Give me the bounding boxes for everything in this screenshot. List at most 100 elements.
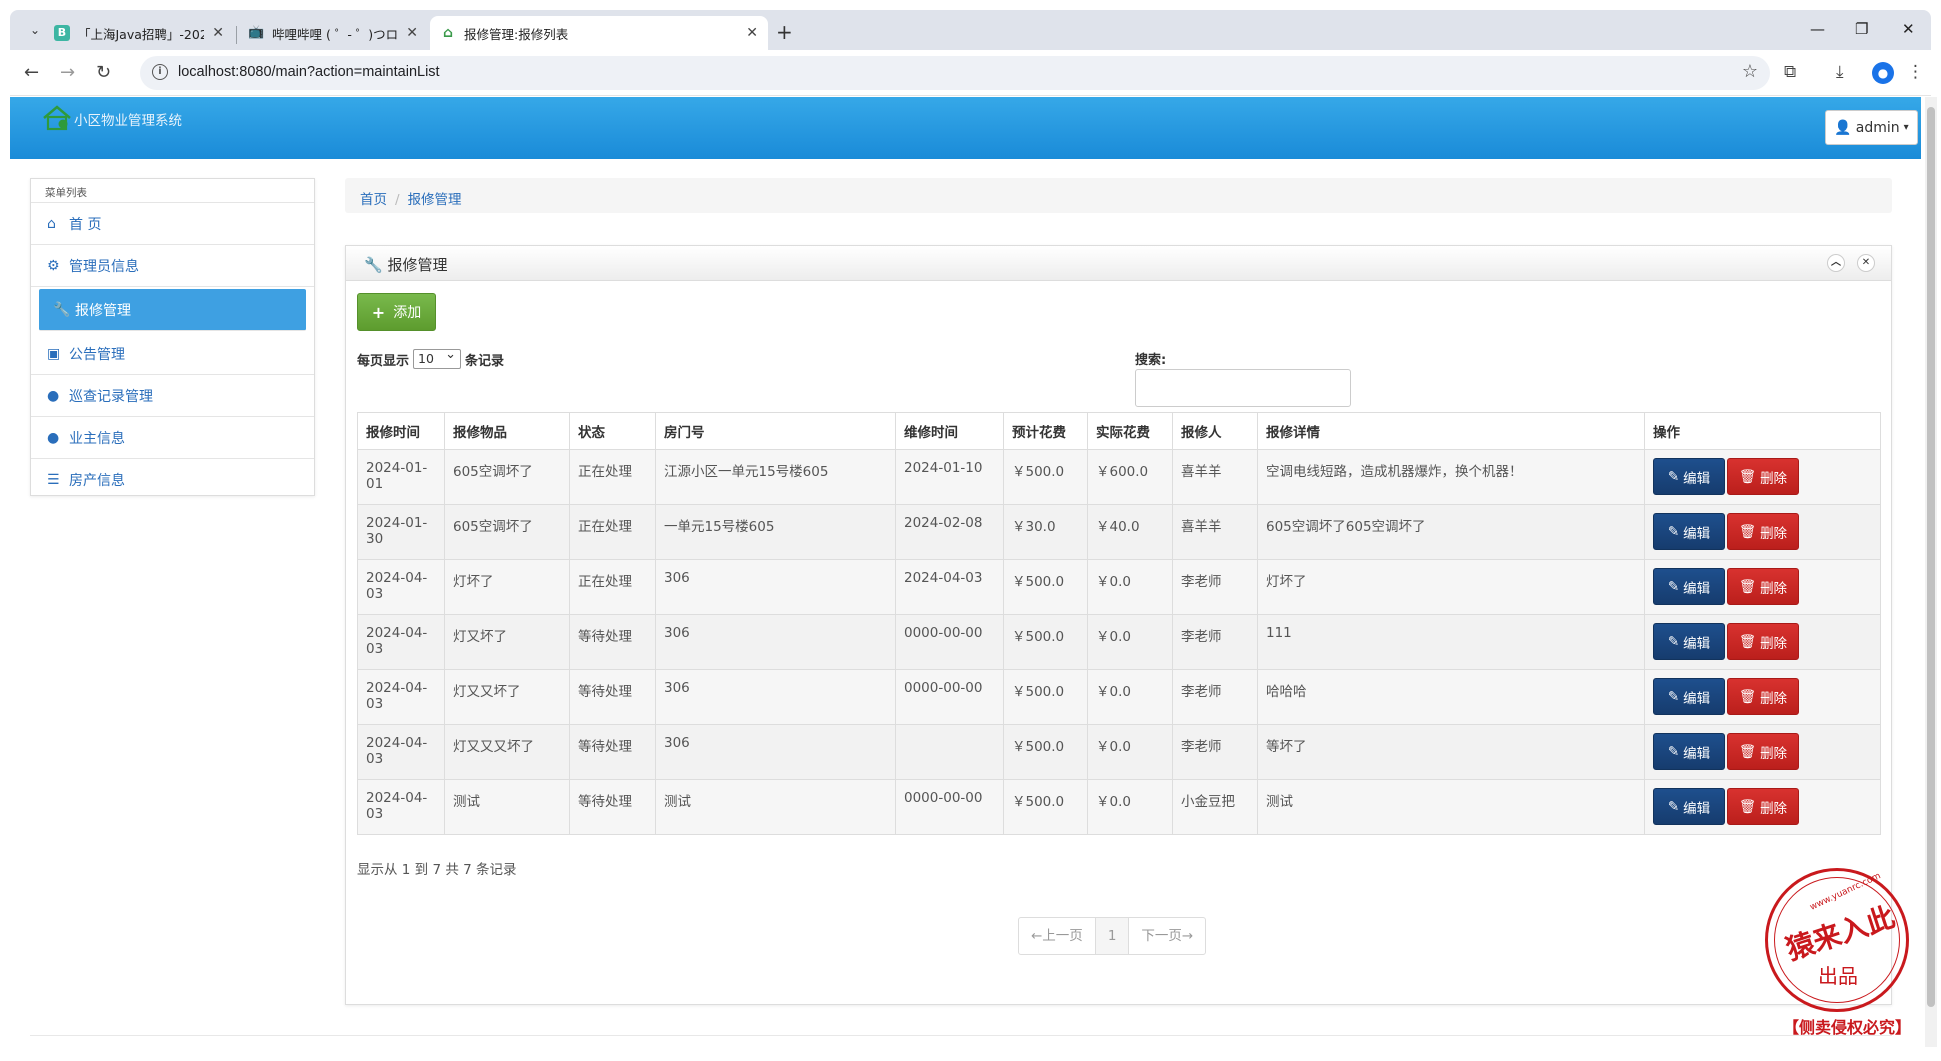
edit-button[interactable]: ✎ 编辑 [1653,678,1725,715]
page-length-select[interactable]: 10 [413,347,462,369]
table-cell: 2024-01-30 [357,504,445,560]
delete-button-label: 删除 [1760,800,1788,817]
browser-tab[interactable]: B 「上海Java招聘」-2024年上海 ✕ [44,16,234,50]
reload-icon[interactable]: ↻ [96,62,111,83]
sidebar-item-home[interactable]: ⌂ 首 页 [31,203,314,245]
next-page-button[interactable]: 下一页→ [1129,918,1205,954]
forward-arrow-icon[interactable]: → [60,62,75,83]
edit-icon: ✎ [1667,798,1680,815]
delete-button[interactable]: 🗑 删除 [1727,513,1799,550]
column-header[interactable]: 状态 [569,412,656,450]
restore-icon[interactable]: ❐ [1855,20,1868,38]
table-cell: 灯坏了 [444,559,570,615]
table-cell: 等待处理 [569,779,656,835]
table-cell: 一单元15号楼605 [655,504,896,560]
panel-close-icon[interactable]: ✕ [1857,254,1875,272]
delete-button[interactable]: 🗑 删除 [1727,788,1799,825]
delete-button[interactable]: 🗑 删除 [1727,458,1799,495]
sidebar-item-repair[interactable]: 🔧 报修管理 [39,289,306,331]
back-arrow-icon[interactable]: ← [24,62,39,83]
table-cell [895,724,1004,780]
table-row: 2024-01-01 605空调坏了 正在处理 江源小区一单元15号楼605 2024-… [357,449,1881,505]
profile-avatar-icon[interactable]: ● [1872,62,1894,84]
scrollbar-thumb[interactable] [1927,107,1935,1007]
browser-tab-active[interactable]: ⌂ 报修管理:报修列表 ✕ [430,16,768,50]
address-bar[interactable]: i localhost:8080/main?action=maintainLis… [140,56,1770,90]
browser-tab[interactable]: 📺 哔哩哔哩 ( ゜- ゜)つロ 干杯~-bi ✕ [238,16,428,50]
tab-close-icon[interactable]: ✕ [746,25,758,41]
sidebar-item-admin-info[interactable]: ⚙ 管理员信息 [31,245,314,287]
sidebar-item-patrol[interactable]: ● 巡查记录管理 [31,375,314,417]
edit-button[interactable]: ✎ 编辑 [1653,458,1725,495]
tab-search-chevron-icon[interactable]: ⌄ [24,19,46,41]
user-icon: ● [47,429,60,446]
page-number-button[interactable]: 1 [1095,918,1130,954]
plus-icon: + [371,302,386,322]
delete-button[interactable]: 🗑 删除 [1727,678,1799,715]
column-header[interactable]: 报修物品 [444,412,570,450]
bookmark-star-icon[interactable]: ☆ [1742,61,1758,82]
window-close-icon[interactable]: ✕ [1902,20,1915,38]
delete-button[interactable]: 🗑 删除 [1727,733,1799,770]
search-input[interactable] [1135,369,1351,407]
tab-close-icon[interactable]: ✕ [406,25,418,41]
tab-close-icon[interactable]: ✕ [212,25,224,41]
url-text[interactable]: localhost:8080/main?action=maintainList [178,64,440,80]
table-cell: ￥500.0 [1003,669,1088,725]
edit-button[interactable]: ✎ 编辑 [1653,568,1725,605]
add-button[interactable]: + 添加 [357,293,436,331]
trash-icon: 🗑 [1738,688,1757,705]
table-cell: 0000-00-00 [895,669,1004,725]
sidebar-item-label: 巡查记录管理 [69,388,153,405]
edit-button[interactable]: ✎ 编辑 [1653,788,1725,825]
column-header[interactable]: 报修详情 [1257,412,1645,450]
trash-icon: 🗑 [1738,468,1757,485]
delete-button-label: 删除 [1760,525,1788,542]
extensions-icon[interactable]: ⧉ [1784,62,1796,82]
delete-button[interactable]: 🗑 删除 [1727,568,1799,605]
column-header[interactable]: 报修人 [1172,412,1258,450]
site-info-icon[interactable]: i [152,64,168,80]
table-cell: 测试 [655,779,896,835]
panel-header: 🔧 报修管理 [346,246,1891,281]
sidebar-item-notice[interactable]: ▣ 公告管理 [31,333,314,375]
edit-button[interactable]: ✎ 编辑 [1653,513,1725,550]
collapse-chevron-up-icon[interactable]: ︿ [1827,254,1845,272]
table-cell: ￥40.0 [1087,504,1173,560]
trash-icon: 🗑 [1738,523,1757,540]
minimize-icon[interactable]: — [1810,20,1825,38]
breadcrumb-current-link[interactable]: 报修管理 [408,192,462,208]
column-header[interactable]: 报修时间 [357,412,445,450]
prev-page-button[interactable]: ←上一页 [1019,918,1096,954]
edit-button-label: 编辑 [1683,635,1711,652]
browser-tab-bar: ⌄ B 「上海Java招聘」-2024年上海 ✕ 📺 哔哩哔哩 ( ゜- ゜)つ… [10,10,1931,50]
download-icon[interactable]: ⤓ [1836,62,1844,82]
sidebar-item-label: 管理员信息 [69,258,139,275]
browser-toolbar: ← → ↻ i localhost:8080/main?action=maint… [10,50,1931,96]
actions-cell: ✎ 编辑 🗑 删除 [1644,669,1881,725]
table-cell: ￥0.0 [1087,724,1173,780]
delete-button[interactable]: 🗑 删除 [1727,623,1799,660]
delete-button-label: 删除 [1760,635,1788,652]
breadcrumb-home-link[interactable]: 首页 [360,192,387,208]
table-cell: 等坏了 [1257,724,1645,780]
table-cell: ￥600.0 [1087,449,1173,505]
page-scrollbar[interactable] [1925,97,1937,1047]
column-header: 操作 [1644,412,1881,450]
browser-menu-icon[interactable]: ⋮ [1907,62,1924,82]
table-cell: ￥0.0 [1087,779,1173,835]
sidebar-item-property[interactable]: ☰ 房产信息 [31,459,314,501]
column-header[interactable]: 房门号 [655,412,896,450]
app-header: 小区物业管理系统 👤 admin ▾ [10,97,1921,159]
column-header[interactable]: 实际花费 [1087,412,1173,450]
edit-button[interactable]: ✎ 编辑 [1653,623,1725,660]
user-menu-button[interactable]: 👤 admin ▾ [1825,110,1918,145]
column-header[interactable]: 维修时间 [895,412,1004,450]
edit-button-label: 编辑 [1683,690,1711,707]
new-tab-plus-icon[interactable]: + [776,20,793,44]
table-cell: 0000-00-00 [895,614,1004,670]
actions-cell: ✎ 编辑 🗑 删除 [1644,779,1881,835]
edit-button[interactable]: ✎ 编辑 [1653,733,1725,770]
column-header[interactable]: 预计花费 [1003,412,1088,450]
sidebar-item-owner[interactable]: ● 业主信息 [31,417,314,459]
